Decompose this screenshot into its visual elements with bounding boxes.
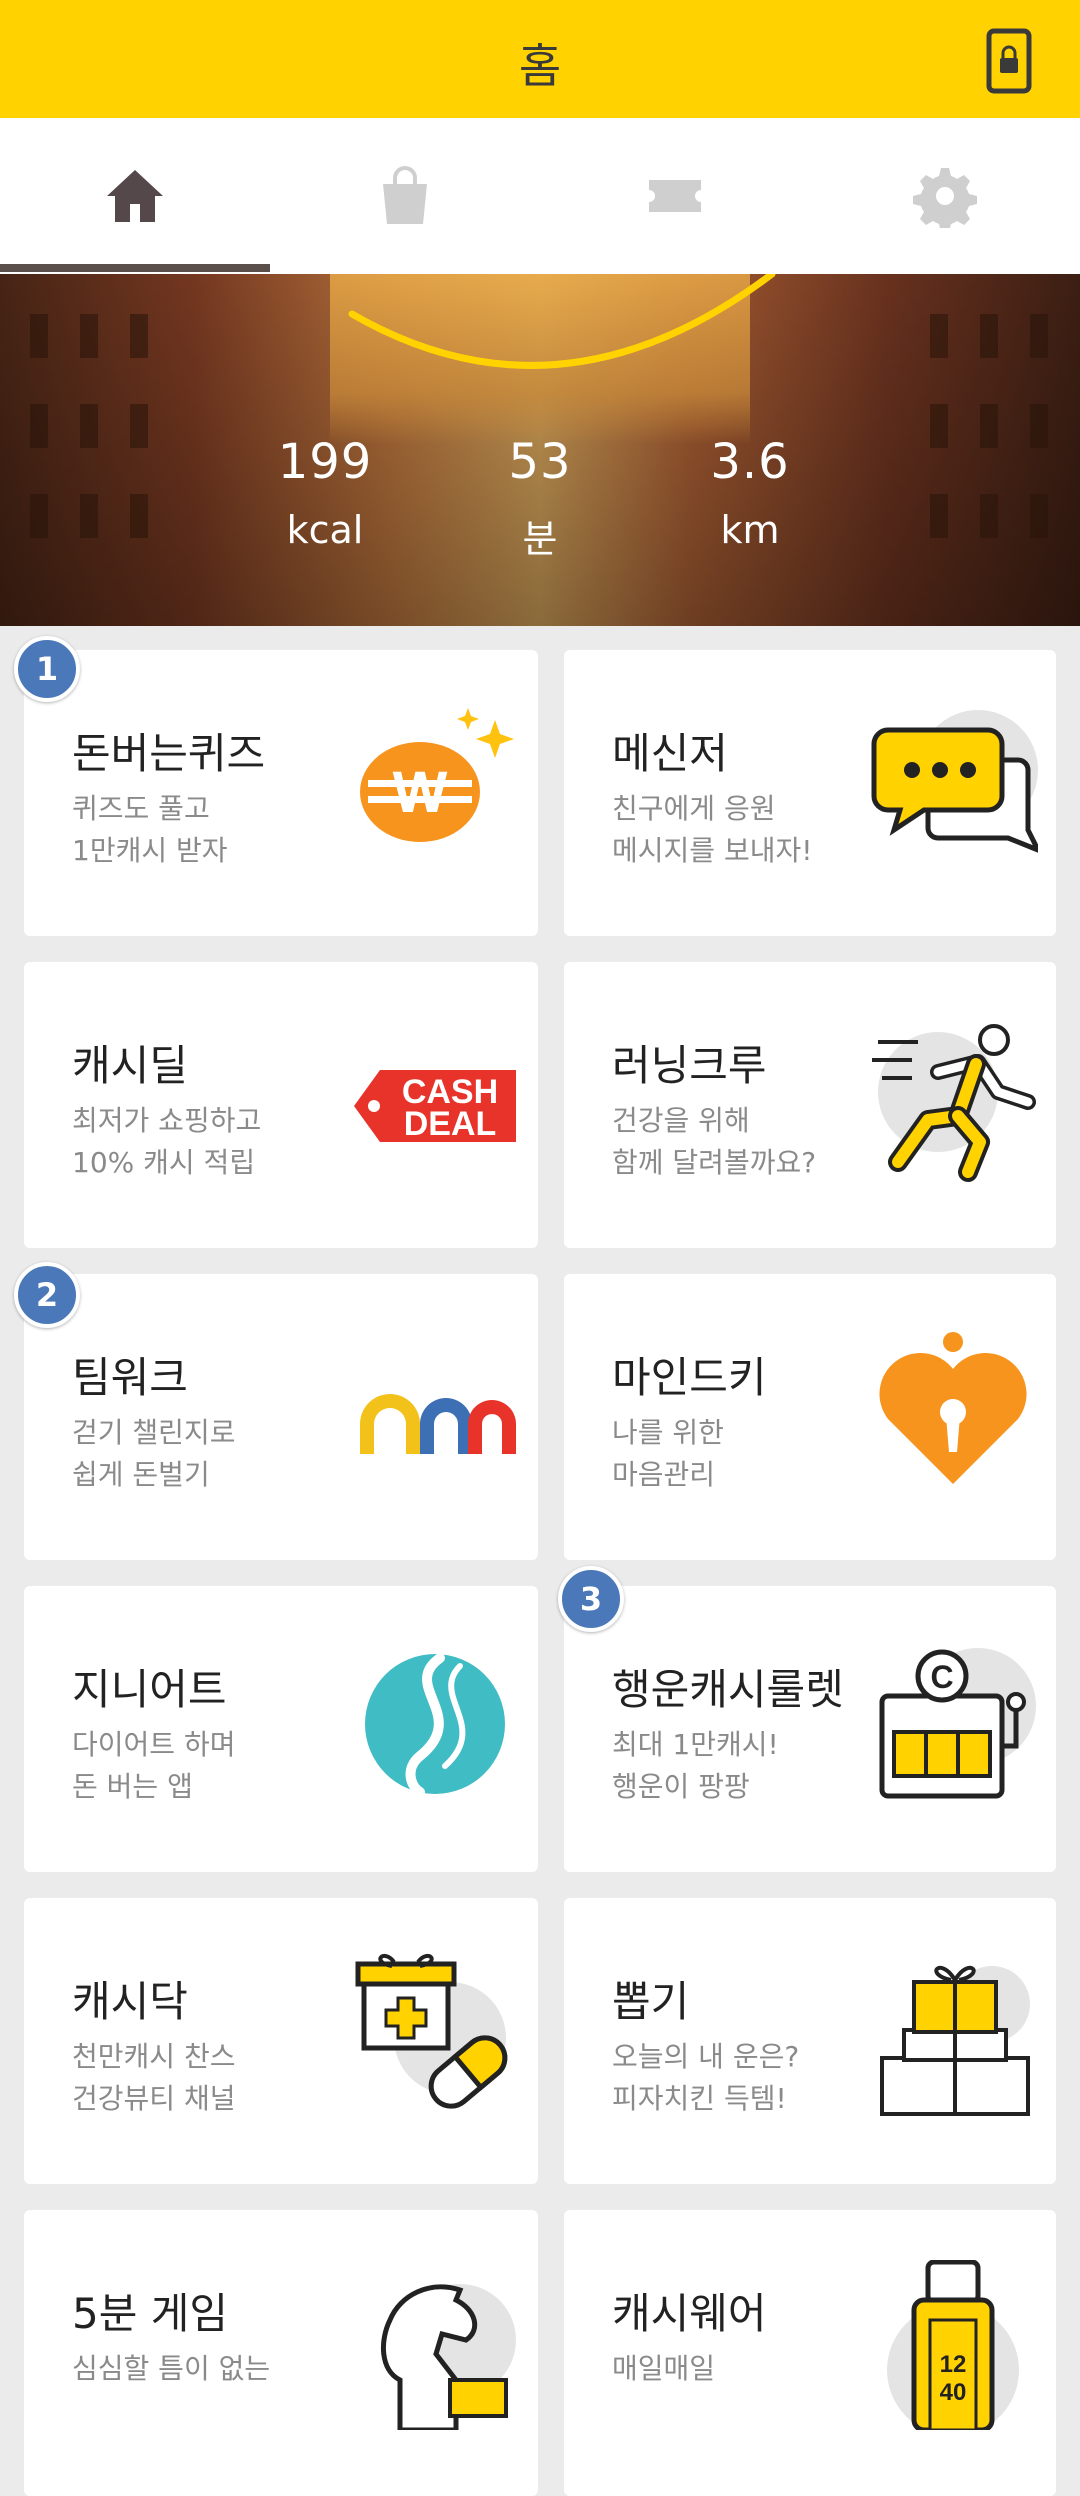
card-teamwork[interactable]: 팀워크 걷기 챌린지로 쉽게 돈벌기 [24, 1274, 538, 1560]
cash-deal-tag-icon: CASH DEAL [354, 1070, 516, 1143]
runner-icon [872, 1024, 1036, 1182]
card-description: 나를 위한 마음관리 [612, 1416, 724, 1491]
card-cashdoc[interactable]: 캐시닥 천만캐시 찬스 건강뷰티 채널 [24, 1898, 538, 2184]
tab-settings[interactable] [810, 118, 1080, 274]
phone-lock-icon[interactable] [986, 28, 1032, 94]
card-description: 걷기 챌린지로 쉽게 돈벌기 [72, 1416, 236, 1491]
card-title: 5분 게임 [72, 2289, 228, 2338]
gift-stack-icon [880, 1965, 1030, 2116]
card-5min-game[interactable]: 5분 게임 심심할 틈이 없는 [24, 2210, 538, 2496]
card-description: 매일매일 [612, 2352, 716, 2385]
card-lucky-draw[interactable]: 뽑기 오늘의 내 운은? 피자치킨 득템! [564, 1898, 1056, 2184]
card-description: 오늘의 내 운은? 피자치킨 득템! [612, 2040, 800, 2115]
svg-text:12: 12 [940, 2351, 967, 2378]
card-title: 마인드키 [612, 1353, 767, 1402]
genie-diet-logo-icon [365, 1653, 505, 1797]
card-description: 친구에게 응원 메시지를 보내자! [612, 792, 813, 867]
distance-value: 3.6 [710, 434, 790, 490]
svg-text:C: C [930, 1659, 953, 1695]
tab-ticket[interactable] [540, 118, 810, 274]
activity-banner[interactable]: 199 kcal 53 분 3.6 km [0, 274, 1080, 626]
distance-unit: km [720, 508, 780, 552]
svg-text:W: W [393, 760, 448, 825]
calories-unit: kcal [286, 508, 364, 552]
minutes-unit: 분 [522, 517, 558, 561]
card-title: 러닝크루 [612, 1041, 767, 1090]
card-title: 뽑기 [612, 1977, 690, 2026]
calories-stat: 199 kcal [245, 434, 405, 552]
won-coin-icon: W [360, 708, 514, 842]
tab-shopping[interactable] [270, 118, 540, 274]
step-badge: 2 [14, 1262, 80, 1328]
active-tab-indicator [0, 264, 270, 272]
heart-keyhole-icon [879, 1332, 1027, 1484]
smartwatch-icon: 12 40 [887, 2260, 1019, 2430]
card-description: 심심할 틈이 없는 [72, 2352, 271, 2385]
card-description: 최저가 쇼핑하고 10% 캐시 적립 [72, 1104, 262, 1179]
medicine-box-pill-icon [355, 1954, 508, 2109]
card-cash-deal[interactable]: 캐시딜 최저가 쇼핑하고 10% 캐시 적립 CASH DEAL [24, 962, 538, 1248]
card-cashwear[interactable]: 캐시웨어 매일매일 12 40 [564, 2210, 1056, 2496]
minutes-value: 53 [508, 434, 572, 490]
card-money-quiz[interactable]: 돈버는퀴즈 퀴즈도 풀고 1만캐시 받자 W [24, 650, 538, 936]
card-title: 팀워크 [72, 1353, 188, 1402]
card-genie-diet[interactable]: 지니어트 다이어트 하며 돈 버는 앱 [24, 1586, 538, 1872]
card-description: 다이어트 하며 돈 버는 앱 [72, 1728, 236, 1803]
minutes-stat: 53 분 [460, 434, 620, 563]
card-title: 돈버는퀴즈 [72, 729, 266, 778]
card-running-crew[interactable]: 러닝크루 건강을 위해 함께 달려볼까요? [564, 962, 1056, 1248]
gear-icon [913, 168, 977, 228]
card-mindkey[interactable]: 마인드키 나를 위한 마음관리 [564, 1274, 1056, 1560]
card-title: 캐시닥 [72, 1977, 188, 2026]
card-title: 캐시딜 [72, 1041, 188, 1090]
tab-bar [0, 118, 1080, 274]
card-description: 천만캐시 찬스 건강뷰티 채널 [72, 2040, 236, 2115]
card-lucky-roulette[interactable]: 행운캐시룰렛 최대 1만캐시! 행운이 팡팡 C [564, 1586, 1056, 1872]
card-title: 지니어트 [72, 1665, 227, 1714]
card-description: 최대 1만캐시! 행운이 팡팡 [612, 1728, 779, 1803]
card-messenger[interactable]: 메신저 친구에게 응원 메시지를 보내자! [564, 650, 1056, 936]
page-title: 홈 [518, 39, 562, 93]
distance-stat: 3.6 km [670, 434, 830, 552]
card-title: 캐시웨어 [612, 2289, 767, 2338]
shopping-bag-icon [383, 166, 427, 224]
top-app-bar: 홈 [0, 0, 1080, 118]
step-badge: 3 [558, 1566, 624, 1632]
card-title: 메신저 [612, 729, 728, 778]
chat-bubble-icon [871, 710, 1038, 853]
svg-text:DEAL: DEAL [404, 1105, 497, 1143]
card-title: 행운캐시룰렛 [612, 1665, 844, 1714]
card-description: 건강을 위해 함께 달려볼까요? [612, 1104, 817, 1179]
chess-knight-icon [380, 2284, 516, 2430]
step-badge: 1 [14, 636, 80, 702]
slot-machine-icon: C [879, 1648, 1036, 1799]
calories-value: 199 [277, 434, 373, 490]
teamwork-arches-icon [360, 1394, 516, 1454]
home-icon [107, 170, 163, 222]
card-description: 퀴즈도 풀고 1만캐시 받자 [72, 792, 228, 867]
ticket-icon [649, 180, 701, 212]
tab-home[interactable] [0, 118, 270, 274]
